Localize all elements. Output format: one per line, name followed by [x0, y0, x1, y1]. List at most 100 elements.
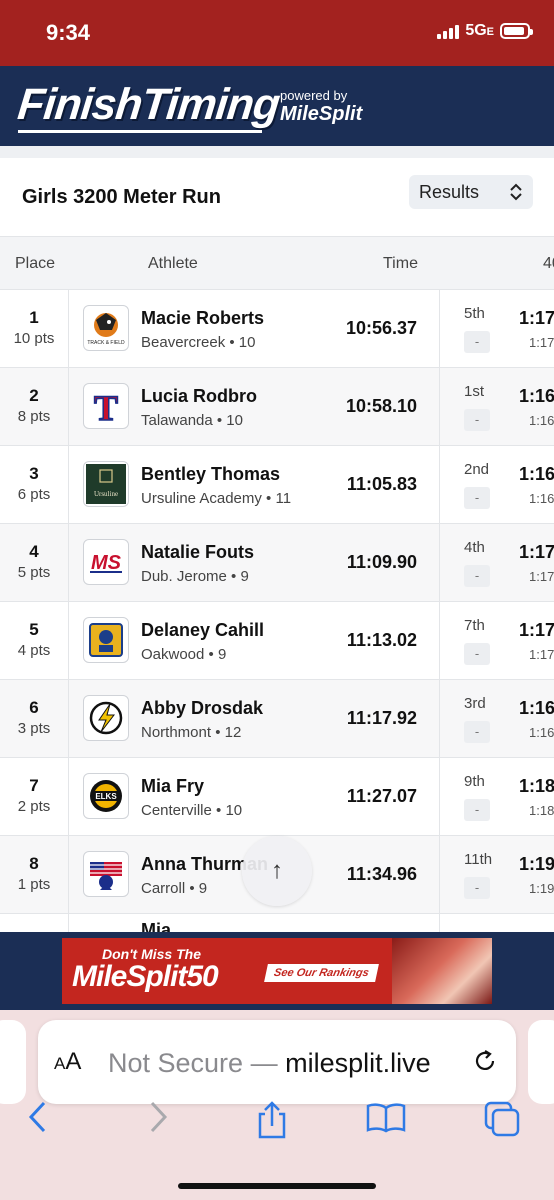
school-logo[interactable]: ELKS: [83, 773, 129, 819]
view-select[interactable]: Results: [409, 175, 533, 209]
previous-tab-stub[interactable]: [0, 1020, 26, 1104]
select-updown-icon: [510, 183, 522, 201]
split-time: 1:16: [519, 386, 554, 406]
place-number: 7: [29, 776, 39, 795]
place-points: 3 pts: [17, 720, 51, 737]
url-text[interactable]: Not Secure — milesplit.live: [108, 1048, 431, 1079]
battery-icon: [500, 23, 533, 39]
athlete-name[interactable]: Abby Drosdak: [141, 698, 341, 719]
share-icon[interactable]: [250, 1100, 294, 1149]
scroll-to-top-button[interactable]: ↑: [242, 836, 312, 906]
home-indicator: [178, 1183, 376, 1189]
table-row[interactable]: 2 8 pts T Lucia Rodbro Talawanda • 10 10:58.1…: [0, 368, 554, 446]
svg-text:T: T: [94, 388, 118, 426]
athlete-school[interactable]: Beavercreek • 10: [141, 333, 341, 352]
ad-line2: MileSplit50: [72, 960, 219, 993]
place-cell: 2 8 pts: [0, 386, 68, 425]
school-logo[interactable]: T: [83, 383, 129, 429]
forward-chevron-icon[interactable]: [136, 1100, 180, 1143]
table-row[interactable]: 1 10 pts TRACK & FIELD Macie Roberts Beaverc…: [0, 290, 554, 368]
athlete-school[interactable]: Ursuline Academy • 11: [141, 489, 341, 508]
place-points: 2 pts: [17, 798, 51, 815]
split-place: 9th: [464, 773, 485, 790]
athlete-name[interactable]: Lucia Rodbro: [141, 386, 341, 407]
school-logo[interactable]: MS: [83, 539, 129, 585]
place-number: 1: [29, 308, 39, 327]
milesplit-logo[interactable]: MileSplit: [280, 103, 362, 126]
not-secure-label: Not Secure —: [108, 1048, 278, 1078]
ad-cta[interactable]: See Our Rankings: [264, 964, 379, 982]
split-time: 1:16: [519, 464, 554, 484]
athlete-school[interactable]: Talawanda • 10: [141, 411, 341, 430]
finishtiming-logo[interactable]: FinishTiming: [15, 80, 281, 130]
athlete-school[interactable]: Centerville • 10: [141, 801, 341, 820]
table-row[interactable]: 7 2 pts ELKS Mia Fry Centerville • 10 11:27.0…: [0, 758, 554, 836]
next-tab-stub[interactable]: [528, 1020, 554, 1104]
split-sub: 1:17: [529, 335, 554, 350]
header-athlete[interactable]: Athlete: [148, 255, 198, 273]
school-logo[interactable]: [83, 617, 129, 663]
school-logo[interactable]: [83, 851, 129, 897]
athlete-cell: Mia Fry Centerville • 10: [141, 776, 341, 820]
split-diff: -: [464, 799, 490, 821]
reader-text-size-button[interactable]: AA: [54, 1048, 81, 1076]
header-place[interactable]: Place: [15, 255, 55, 273]
signal-icon: [437, 23, 460, 39]
place-points: 8 pts: [17, 408, 51, 425]
athlete-name[interactable]: Bentley Thomas: [141, 464, 341, 485]
place-cell: 3 6 pts: [0, 464, 68, 503]
table-header: Place Athlete Time 40: [0, 236, 554, 290]
split-time: 1:17: [519, 542, 554, 562]
athlete-name[interactable]: Mia Fry: [141, 776, 341, 797]
bookmarks-icon[interactable]: [364, 1100, 408, 1143]
split-place: 4th: [464, 539, 485, 556]
athlete-school[interactable]: Oakwood • 9: [141, 645, 341, 664]
table-row[interactable]: 4 5 pts MS Natalie Fouts Dub. Jerome • 9 11:0…: [0, 524, 554, 602]
logo-underline: [18, 130, 262, 133]
status-time: 9:34: [46, 20, 91, 45]
athlete-name[interactable]: Macie Roberts: [141, 308, 341, 329]
header-time[interactable]: Time: [383, 255, 418, 273]
split-place: 2nd: [464, 461, 490, 478]
svg-text:MS: MS: [91, 552, 122, 574]
table-row[interactable]: 6 3 pts Abby Drosdak Northmont • 12 11:17.92…: [0, 680, 554, 758]
place-number: 6: [29, 698, 39, 717]
reload-icon[interactable]: [472, 1048, 498, 1081]
split-diff: -: [464, 487, 490, 509]
athlete-school[interactable]: Dub. Jerome • 9: [141, 567, 341, 586]
back-chevron-icon[interactable]: [16, 1100, 60, 1143]
table-row[interactable]: 3 6 pts Ursuline Bentley Thomas Ursuline Aca…: [0, 446, 554, 524]
split-place: 3rd: [464, 695, 486, 712]
place-points: 10 pts: [13, 330, 55, 347]
finish-time: 11:05.83: [346, 474, 417, 494]
svg-text:TRACK & FIELD: TRACK & FIELD: [87, 340, 125, 346]
address-bar[interactable]: AA Not Secure — milesplit.live: [38, 1020, 516, 1104]
school-logo[interactable]: TRACK & FIELD: [83, 305, 129, 351]
ad-band: Don't Miss The MileSplit50 See Our Ranki…: [0, 932, 554, 1010]
split-diff: -: [464, 331, 490, 353]
tabs-icon[interactable]: [480, 1100, 524, 1147]
athlete-school[interactable]: Northmont • 12: [141, 723, 341, 742]
school-logo[interactable]: Ursuline: [83, 461, 129, 507]
place-cell: 4 5 pts: [0, 542, 68, 581]
athlete-cell: Delaney Cahill Oakwood • 9: [141, 620, 341, 664]
athlete-name[interactable]: Natalie Fouts: [141, 542, 341, 563]
powered-by-block: powered by MileSplit: [280, 88, 362, 126]
svg-text:ELKS: ELKS: [95, 792, 117, 801]
finish-time: 11:27.07: [346, 786, 417, 806]
powered-by-label: powered by: [280, 88, 348, 103]
school-logo[interactable]: [83, 695, 129, 741]
finish-time: 10:58.10: [345, 396, 417, 416]
table-row[interactable]: 5 4 pts Delaney Cahill Oakwood • 9 11:13.02 7…: [0, 602, 554, 680]
up-arrow-icon: ↑: [271, 857, 283, 884]
split-sub: 1:16: [529, 413, 554, 428]
place-number: 5: [29, 620, 39, 639]
athlete-cell: Lucia Rodbro Talawanda • 10: [141, 386, 341, 430]
milesplit50-ad[interactable]: Don't Miss The MileSplit50 See Our Ranki…: [62, 938, 492, 1004]
athlete-name[interactable]: Delaney Cahill: [141, 620, 341, 641]
header-split[interactable]: 40: [543, 255, 554, 273]
status-icons: 5GE: [437, 22, 533, 40]
split-diff: -: [464, 409, 490, 431]
athlete-school[interactable]: Carroll • 9: [141, 879, 341, 898]
athlete-cell: Natalie Fouts Dub. Jerome • 9: [141, 542, 341, 586]
